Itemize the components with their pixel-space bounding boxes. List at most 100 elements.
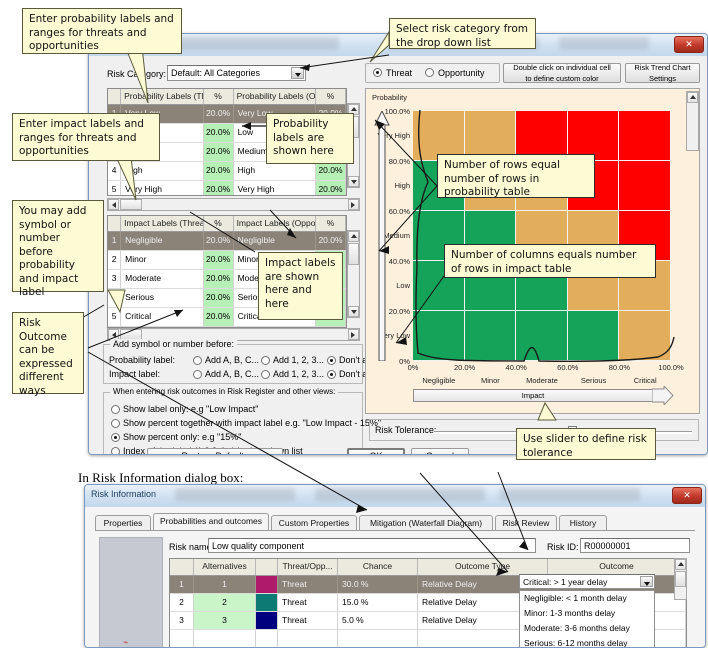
matrix-cell-r0-c4[interactable] xyxy=(619,111,671,161)
impact-cell[interactable]: 4 xyxy=(108,289,122,307)
row-number-cell[interactable] xyxy=(170,630,194,647)
impact-cell[interactable]: 20.0% xyxy=(204,232,234,250)
chance-cell[interactable] xyxy=(338,630,418,647)
probability-cell[interactable]: 5 xyxy=(108,181,122,195)
chance-cell[interactable]: 5.0 % xyxy=(338,612,418,629)
row-number-cell[interactable]: 1 xyxy=(170,576,194,593)
type-cell[interactable]: Threat xyxy=(278,576,338,593)
row-number-cell[interactable]: 2 xyxy=(170,594,194,611)
probability-cell[interactable]: 20.0% xyxy=(203,143,234,161)
prob-add-letters-radio[interactable] xyxy=(193,356,202,365)
dropdown-option-2[interactable]: Moderate: 3-6 months delay xyxy=(520,621,654,636)
impact-cell[interactable]: Serious xyxy=(121,289,204,307)
tab-mitigation-waterfall-diagram[interactable]: Mitigation (Waterfall Diagram) xyxy=(359,515,493,530)
dropdown-option-3[interactable]: Serious: 6-12 months delay xyxy=(520,636,654,647)
probability-cell[interactable]: High xyxy=(234,162,317,180)
outcome-option-radio-3[interactable] xyxy=(111,447,120,454)
risk-info-tabs[interactable]: Properties Probabilities and outcomes Cust… xyxy=(95,513,695,531)
risk-category-select[interactable]: Default: All Categories xyxy=(167,65,306,81)
chance-cell[interactable]: 15.0 % xyxy=(338,594,418,611)
matrix-cell-r4-c1[interactable] xyxy=(464,311,517,361)
risk-trend-chart-settings-button[interactable]: Risk Trend Chart Settings xyxy=(625,63,700,83)
chevron-down-icon[interactable] xyxy=(291,67,304,79)
tab-properties[interactable]: Properties xyxy=(95,515,151,530)
matrix-cell-r4-c3[interactable] xyxy=(567,311,620,361)
risk-id-input[interactable]: R00000001 xyxy=(580,538,690,553)
chevron-down-icon[interactable] xyxy=(640,576,653,587)
outcome-option-radio-0[interactable] xyxy=(111,405,120,414)
type-cell[interactable] xyxy=(278,630,338,647)
scroll-down-icon[interactable] xyxy=(348,176,359,187)
dropdown-option-0[interactable]: Negligible: < 1 month delay xyxy=(520,591,654,606)
probability-cell[interactable]: High xyxy=(121,162,204,180)
outcome-option-radio-2[interactable] xyxy=(111,433,120,442)
scroll-right-icon[interactable] xyxy=(348,199,359,210)
hscroll-thumb[interactable] xyxy=(120,199,142,210)
alternative-color-swatch[interactable] xyxy=(256,630,278,647)
restore-defaults-button[interactable]: Restore Defaults xyxy=(147,448,283,454)
table-row[interactable]: 5 Very High 20.0% Very High 20.0% xyxy=(108,181,346,195)
scroll-up-icon[interactable] xyxy=(675,559,686,570)
outcome-dropdown-list[interactable]: Negligible: < 1 month delay Minor: 1-3 mo… xyxy=(519,590,655,647)
dropdown-option-1[interactable]: Minor: 1-3 months delay xyxy=(520,606,654,621)
probability-cell[interactable]: 20.0% xyxy=(316,181,346,195)
probability-cell[interactable]: 20.0% xyxy=(203,181,234,195)
probability-cell[interactable]: Very High xyxy=(234,181,317,195)
risk-info-titlebar[interactable]: Risk Information ✕ xyxy=(85,485,705,508)
scroll-down-icon[interactable] xyxy=(348,306,359,317)
alternative-color-swatch[interactable] xyxy=(256,576,278,593)
alternative-color-swatch[interactable] xyxy=(256,612,278,629)
prob-dont-add-radio[interactable] xyxy=(327,356,336,365)
row-number-cell[interactable]: 3 xyxy=(170,612,194,629)
ok-button[interactable]: OK xyxy=(347,448,405,454)
impact-cell[interactable]: 3 xyxy=(108,270,122,288)
impact-cell[interactable]: 2 xyxy=(108,251,122,269)
close-icon[interactable]: ✕ xyxy=(672,487,702,504)
impact-cell[interactable]: Minor xyxy=(121,251,204,269)
probability-cell[interactable]: 20.0% xyxy=(316,162,346,180)
threat-radio[interactable] xyxy=(373,68,382,77)
chart-pane-scrollbar[interactable] xyxy=(686,91,699,151)
impact-cell[interactable]: Negligible xyxy=(121,232,204,250)
impact-cell[interactable]: 20.0% xyxy=(203,308,234,326)
alternatives-cell[interactable]: 3 xyxy=(194,612,256,629)
impact-cell[interactable]: 5 xyxy=(108,308,122,326)
alternatives-cell[interactable] xyxy=(194,630,256,647)
scroll-up-icon[interactable] xyxy=(348,231,359,242)
prob-add-numbers-radio[interactable] xyxy=(261,356,270,365)
scroll-left-icon[interactable] xyxy=(108,199,119,210)
cancel-button[interactable]: Cancel xyxy=(411,448,469,454)
impact-dont-add-radio[interactable] xyxy=(327,370,336,379)
opportunity-radio[interactable] xyxy=(425,68,434,77)
impact-cell[interactable]: Moderate xyxy=(121,270,204,288)
matrix-cells[interactable] xyxy=(413,111,671,361)
table-row[interactable]: 1 Negligible 20.0% Negligible 20.0% xyxy=(108,232,346,251)
matrix-cell-r4-c2[interactable] xyxy=(516,311,568,361)
close-icon[interactable]: ✕ xyxy=(674,36,704,53)
impact-cell[interactable]: 1 xyxy=(108,232,122,250)
alternative-color-swatch[interactable] xyxy=(256,594,278,611)
matrix-cell-r4-c4[interactable] xyxy=(619,311,671,361)
impact-add-numbers-radio[interactable] xyxy=(261,370,270,379)
risk-name-input[interactable]: Low quality component xyxy=(208,538,536,553)
matrix-cell-r1-c4[interactable] xyxy=(619,161,671,211)
alternatives-cell[interactable]: 1 xyxy=(194,576,256,593)
impact-grid-scrollbar[interactable] xyxy=(347,230,360,318)
scroll-up-icon[interactable] xyxy=(687,92,698,103)
tab-risk-review[interactable]: Risk Review xyxy=(495,515,557,530)
impact-cell[interactable]: Negligible xyxy=(234,232,317,250)
type-cell[interactable]: Threat xyxy=(278,612,338,629)
probability-cell[interactable]: 4 xyxy=(108,162,122,180)
type-cell[interactable]: Threat xyxy=(278,594,338,611)
probability-grid-hscrollbar[interactable] xyxy=(107,198,360,211)
outcome-option-radio-1[interactable] xyxy=(111,419,120,428)
alternatives-cell[interactable]: 2 xyxy=(194,594,256,611)
probability-cell[interactable]: 20.0% xyxy=(203,162,234,180)
probability-cell[interactable]: 20.0% xyxy=(204,105,234,123)
scroll-thumb[interactable] xyxy=(675,571,686,587)
tab-history[interactable]: History xyxy=(559,515,607,530)
impact-cell[interactable]: 20.0% xyxy=(203,289,234,307)
matrix-cell-r4-c0[interactable] xyxy=(413,311,465,361)
probability-cell[interactable]: 20.0% xyxy=(203,124,234,142)
table-row[interactable]: 4 High 20.0% High 20.0% xyxy=(108,162,346,181)
